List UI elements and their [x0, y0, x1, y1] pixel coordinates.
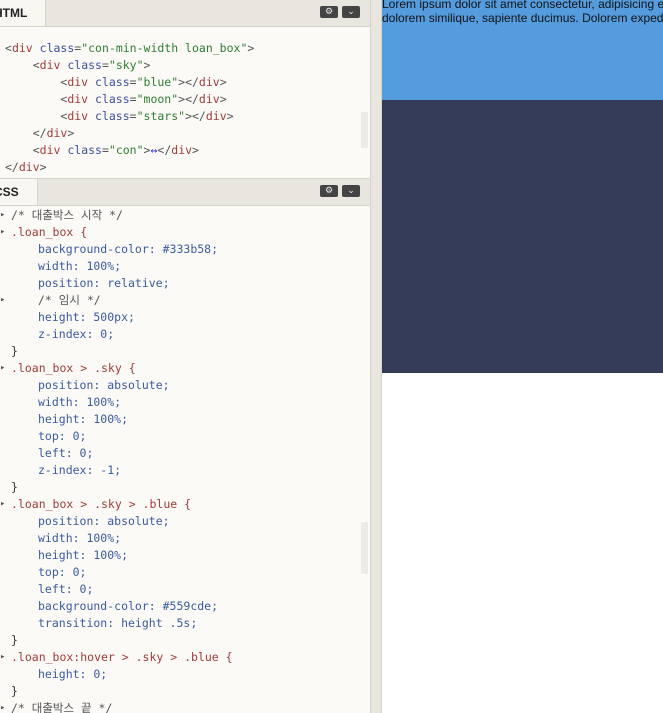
code-line: width: 100%; — [38, 395, 122, 409]
code-line: <div class="sky"> — [32, 58, 151, 72]
code-line: height: 0; — [38, 667, 108, 681]
code-line: ▸ .loan_box { — [0, 225, 88, 239]
code-line: height: 500px; — [38, 310, 135, 324]
code-line: position: absolute; — [38, 514, 170, 528]
preview-text: Lorem ipsum dolor sit amet consectetur, … — [382, 0, 663, 25]
preview-text-line: Lorem ipsum dolor sit amet consectetur, … — [382, 0, 663, 11]
code-line: top: 0; — [38, 429, 87, 443]
chevron-down-icon[interactable]: ⌄ — [342, 6, 360, 18]
code-line: height: 100%; — [38, 548, 129, 562]
result-preview: Lorem ipsum dolor sit amet consectetur, … — [382, 0, 663, 713]
css-tab[interactable]: CSS — [0, 179, 38, 205]
code-line: ▸/* 대출박스 끝 */ — [0, 701, 113, 713]
preview-text-line: dolorem similique, sapiente ducimus. Dol… — [382, 11, 663, 25]
loan-box — [382, 0, 663, 373]
html-tab-label: HTML — [0, 6, 28, 20]
code-line: ▸ .loan_box > .sky > .blue { — [0, 497, 192, 511]
gear-icon[interactable]: ⚙ — [320, 185, 338, 197]
code-line: height: 100%; — [38, 412, 129, 426]
code-line: <div class="moon"></div> — [60, 92, 227, 106]
code-line: <div class="blue"></div> — [60, 75, 227, 89]
code-line: position: absolute; — [38, 378, 170, 392]
code-line: left: 0; — [38, 582, 94, 596]
css-tab-label: CSS — [0, 185, 19, 199]
code-line: position: relative; — [38, 276, 170, 290]
code-line: top: 0; — [38, 565, 87, 579]
code-line: ▸/* 임시 */ — [0, 293, 101, 307]
code-line: ▸ .loan_box:hover > .sky > .blue { — [0, 650, 233, 664]
css-code-editor[interactable]: ▸/* 대출박스 시작 */ ▸ .loan_box { background-c… — [0, 207, 360, 713]
code-line: left: 0; — [38, 446, 94, 460]
html-code-editor[interactable]: <div class="con-min-width loan_box"> <di… — [0, 40, 360, 176]
html-tab[interactable]: HTML — [0, 0, 47, 26]
code-line: </div> — [5, 160, 47, 174]
code-line: <div class="con">↔</div> — [32, 143, 199, 157]
code-line: ▸/* 대출박스 시작 */ — [0, 208, 123, 222]
code-line: <div class="stars"></div> — [60, 109, 234, 123]
code-line: background-color: #559cde; — [38, 599, 219, 613]
html-panel-header: HTML ⚙ ⌄ — [0, 0, 370, 27]
code-line: background-color: #333b58; — [38, 242, 219, 256]
css-scrollbar[interactable] — [361, 522, 368, 574]
code-line: width: 100%; — [38, 259, 122, 273]
editor-column: HTML ⚙ ⌄ <div class="con-min-width loan_… — [0, 0, 370, 713]
code-line: } — [11, 633, 18, 647]
code-line: </div> — [32, 126, 75, 140]
gear-icon[interactable]: ⚙ — [320, 6, 338, 18]
panel-resize-handle[interactable] — [370, 0, 382, 713]
chevron-down-icon[interactable]: ⌄ — [342, 185, 360, 197]
html-scrollbar[interactable] — [361, 112, 368, 148]
code-line: width: 100%; — [38, 531, 122, 545]
code-line: transition: height .5s; — [38, 616, 198, 630]
code-line: } — [11, 480, 18, 494]
code-line: <div class="con-min-width loan_box"> — [5, 41, 255, 55]
code-line: ▸ .loan_box > .sky { — [0, 361, 136, 375]
code-line: z-index: 0; — [38, 327, 115, 341]
code-line: } — [11, 684, 18, 698]
css-panel-header: CSS ⚙ ⌄ — [0, 178, 370, 206]
code-line: z-index: -1; — [38, 463, 122, 477]
code-line: } — [11, 344, 18, 358]
